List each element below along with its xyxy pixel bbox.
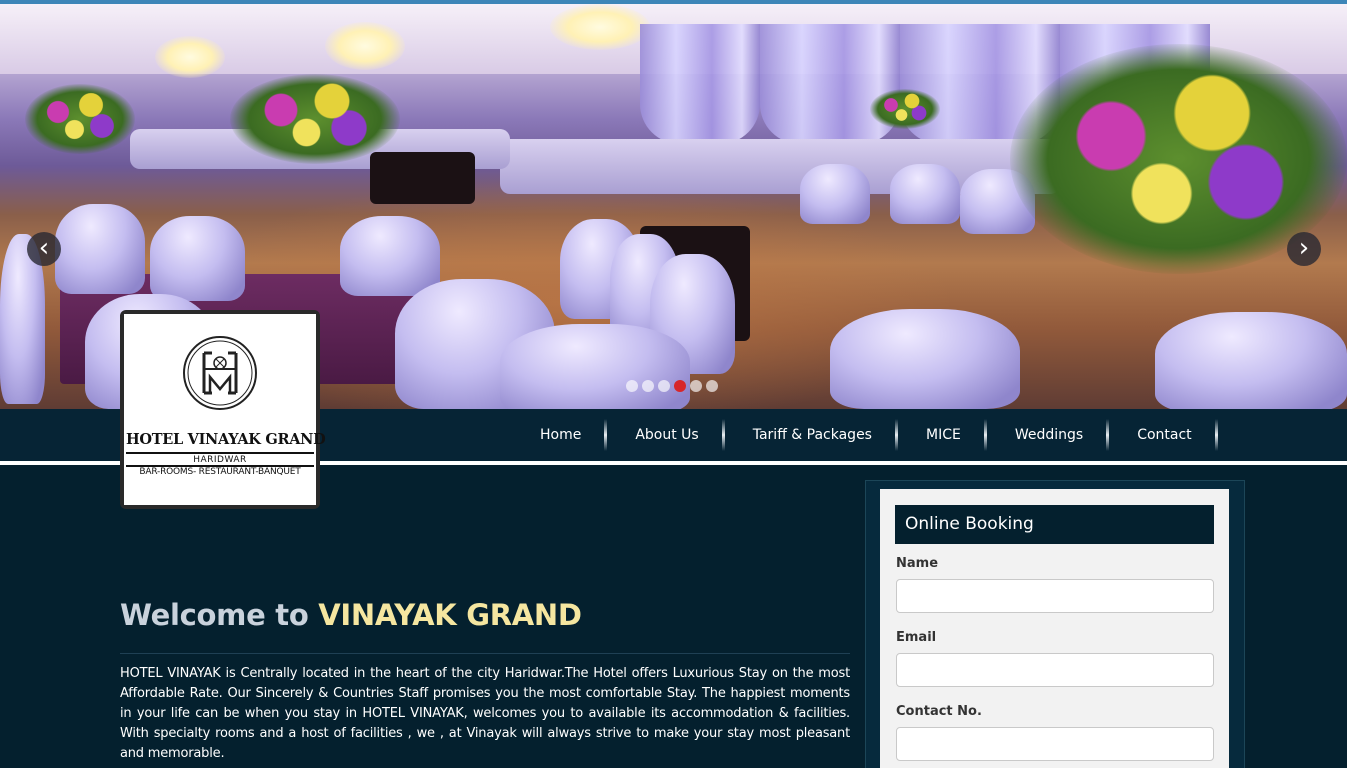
logo-hotel-name: HOTEL VINAYAK GRAND [126,431,326,448]
welcome-divider [120,653,850,654]
logo-city: HARIDWAR [193,455,247,465]
slider-prev-button[interactable]: ‹ [27,232,61,266]
contact-number-label: Contact No. [896,704,982,719]
nav-item-home[interactable]: Home [512,409,608,461]
slider-dot[interactable] [690,380,702,392]
contact-number-input[interactable] [896,727,1214,761]
booking-form-title: Online Booking [895,505,1214,544]
main-menu: Home About Us Tariff & Packages MICE Wed… [512,409,1219,461]
hotel-emblem-icon [183,336,257,410]
chevron-left-icon: ‹ [38,233,50,263]
logo-tagline: BAR-ROOMS- RESTAURANT-BANQUET [139,467,301,477]
slider-dot[interactable] [658,380,670,392]
logo-divider [126,452,314,454]
welcome-prefix: Welcome to [120,598,319,632]
chevron-right-icon: › [1298,233,1310,263]
slider-dot[interactable] [642,380,654,392]
welcome-brand-name: VINAYAK GRAND [318,598,582,632]
slider-dot-active[interactable] [674,380,686,392]
nav-item-about-us[interactable]: About Us [607,409,726,461]
slider-dot[interactable] [706,380,718,392]
nav-item-tariff-packages[interactable]: Tariff & Packages [725,409,899,461]
nav-item-weddings[interactable]: Weddings [987,409,1110,461]
nav-item-contact[interactable]: Contact [1109,409,1219,461]
slider-dot[interactable] [626,380,638,392]
slider-next-button[interactable]: › [1287,232,1321,266]
hotel-logo[interactable]: HOTEL VINAYAK GRAND HARIDWAR BAR-ROOMS- … [120,310,326,509]
nav-item-mice[interactable]: MICE [898,409,987,461]
name-label: Name [896,556,939,571]
email-label: Email [896,630,937,645]
name-input[interactable] [896,579,1214,613]
welcome-heading: Welcome to VINAYAK GRAND [120,598,582,632]
welcome-description: HOTEL VINAYAK is Centrally located in th… [120,666,850,761]
email-input[interactable] [896,653,1214,687]
slider-pagination [626,380,718,392]
